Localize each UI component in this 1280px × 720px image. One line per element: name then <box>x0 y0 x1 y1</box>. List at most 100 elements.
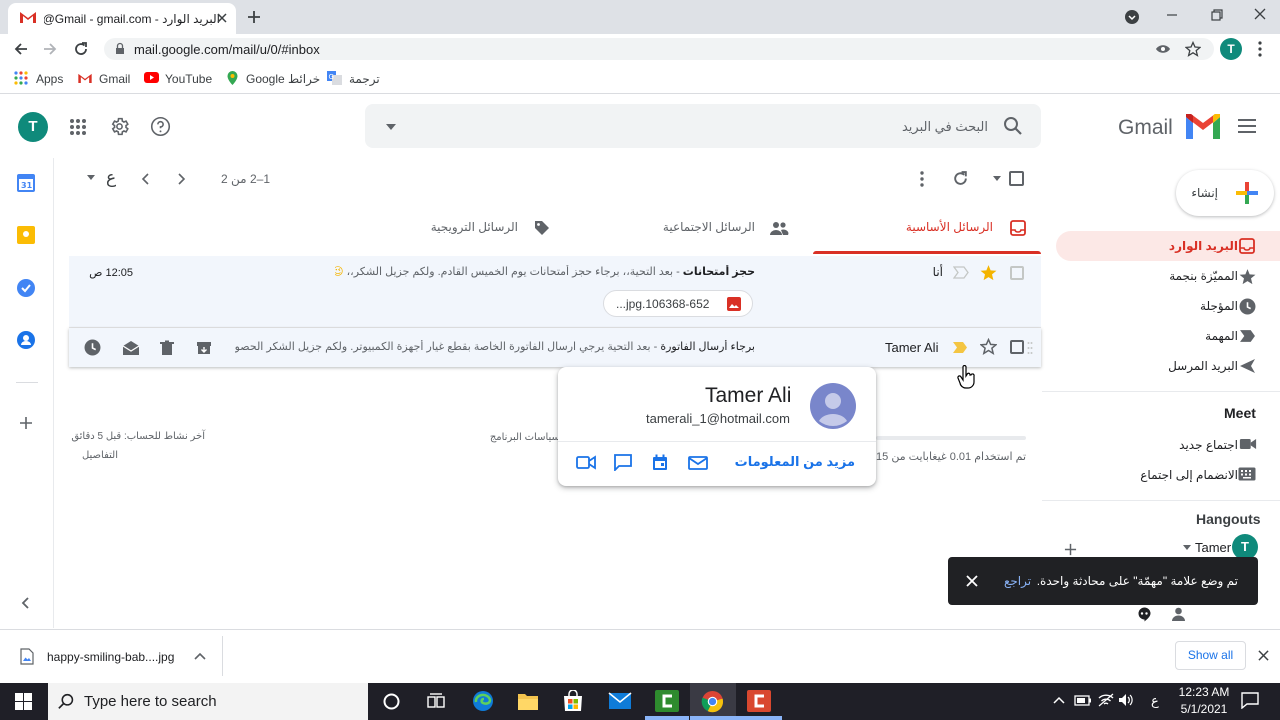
hangouts-user-name[interactable]: Tamer <box>1195 540 1231 555</box>
windows-start-icon[interactable] <box>15 693 32 710</box>
snackbar-undo-button[interactable]: تراجع <box>1004 574 1031 588</box>
tab-promotions[interactable]: الرسائل الترويجية <box>400 204 600 254</box>
tab-search-icon[interactable] <box>1124 9 1140 25</box>
browser-tab-gmail[interactable]: ‏البريد الوارد - Gmail - ‎gmail.com@ <box>8 3 236 34</box>
importance-marker-icon[interactable] <box>952 341 968 354</box>
new-conversation-plus-icon[interactable] <box>1064 543 1077 556</box>
video-call-icon[interactable] <box>576 455 596 470</box>
select-dropdown-icon[interactable] <box>992 175 1002 182</box>
cortana-circle-icon[interactable] <box>383 693 400 710</box>
email-checkbox[interactable] <box>1010 266 1024 280</box>
starred-star-icon[interactable] <box>980 264 997 281</box>
close-downloads-icon[interactable] <box>1258 650 1269 661</box>
search-options-dropdown-icon[interactable] <box>385 123 397 131</box>
keep-icon[interactable] <box>17 226 35 244</box>
hangouts-user-dropdown-icon[interactable] <box>1183 545 1191 550</box>
mail-app-icon[interactable] <box>608 692 632 710</box>
account-avatar[interactable]: T <box>18 112 48 142</box>
gmail-logo-icon[interactable] <box>1186 114 1220 139</box>
tracking-eye-icon[interactable] <box>1155 41 1171 57</box>
hangouts-chat-icon[interactable] <box>1137 607 1152 622</box>
pagination-text[interactable]: 1–2 من 2 <box>212 172 270 186</box>
bookmark-apps[interactable]: Apps <box>36 72 63 86</box>
contacts-icon[interactable] <box>17 331 35 349</box>
bookmark-maps[interactable]: Google خرائط <box>246 72 320 86</box>
more-info-link[interactable]: مزيد من المعلومات <box>735 454 855 470</box>
window-minimize-icon[interactable] <box>1165 8 1179 22</box>
volume-speaker-icon[interactable] <box>1118 693 1134 707</box>
snooze-clock-icon[interactable] <box>84 339 101 356</box>
send-email-icon[interactable] <box>688 456 708 470</box>
schedule-event-icon[interactable] <box>652 454 668 471</box>
help-icon[interactable] <box>150 116 171 137</box>
compose-button[interactable]: إنشاء <box>1176 170 1274 216</box>
tab-close-icon[interactable] <box>216 12 228 24</box>
window-restore-icon[interactable] <box>1210 8 1224 22</box>
drag-handle-icon[interactable] <box>1027 341 1033 355</box>
tab-social[interactable]: الرسائل الاجتماعية <box>600 204 813 254</box>
expand-panel-chevron-icon[interactable] <box>20 596 30 610</box>
bookmark-youtube[interactable]: YouTube <box>165 72 212 86</box>
program-policies-link[interactable]: · سياسات البرنامج <box>466 432 566 443</box>
bookmark-translate[interactable]: ترجمة <box>349 72 380 86</box>
sidebar-item-sent[interactable]: البريد المرسل <box>1168 359 1238 373</box>
attachment-chip[interactable]: 106368-652.jpg... <box>603 290 753 317</box>
reload-icon[interactable] <box>73 41 89 57</box>
search-icon[interactable] <box>1003 116 1023 136</box>
select-all-checkbox[interactable] <box>1009 171 1024 186</box>
camtasia-green-icon[interactable] <box>655 690 679 712</box>
camtasia-red-icon[interactable] <box>747 690 771 712</box>
details-link[interactable]: التفاصيل <box>70 450 118 461</box>
sidebar-item-important[interactable]: المهمة <box>1205 329 1238 343</box>
contacts-person-icon[interactable] <box>1172 607 1185 621</box>
download-filename[interactable]: happy-smiling-bab....jpg <box>47 650 174 664</box>
action-center-notification-icon[interactable] <box>1241 692 1259 709</box>
lock-icon[interactable] <box>115 42 125 55</box>
mark-as-read-icon[interactable] <box>122 340 140 356</box>
tray-overflow-chevron-icon[interactable] <box>1053 696 1065 704</box>
tasks-icon[interactable] <box>17 279 35 297</box>
battery-icon[interactable] <box>1074 694 1092 707</box>
sidebar-item-starred[interactable]: المميّزة بنجمة <box>1169 269 1238 283</box>
input-tools-dropdown-icon[interactable] <box>86 174 96 182</box>
bookmark-star-icon[interactable] <box>1185 41 1201 57</box>
task-view-icon[interactable] <box>427 693 445 710</box>
microsoft-store-icon[interactable] <box>562 690 584 712</box>
edge-browser-icon[interactable] <box>472 690 494 712</box>
settings-gear-icon[interactable] <box>109 116 130 137</box>
main-menu-icon[interactable] <box>1238 119 1256 133</box>
wifi-icon[interactable] <box>1098 693 1114 707</box>
google-apps-grid-icon[interactable] <box>69 118 87 136</box>
add-addon-plus-icon[interactable] <box>19 416 33 430</box>
star-icon[interactable] <box>980 338 997 355</box>
bookmark-gmail[interactable]: Gmail <box>99 72 130 86</box>
snackbar-close-icon[interactable] <box>966 575 978 587</box>
newer-chevron-icon[interactable] <box>140 172 150 186</box>
new-meeting-button[interactable]: اجتماع جديد <box>1179 438 1238 452</box>
email-checkbox[interactable] <box>1010 340 1024 354</box>
contact-avatar-icon[interactable] <box>810 383 856 429</box>
join-meeting-button[interactable]: الانضمام إلى اجتماع <box>1140 468 1238 482</box>
email-row-hovered[interactable]: Tamer Ali برجاء أرسال الفاتورة - بعد الت… <box>69 328 1041 367</box>
older-chevron-icon[interactable] <box>177 172 187 186</box>
input-language-indicator[interactable]: ع <box>1151 693 1159 709</box>
delete-trash-icon[interactable] <box>159 340 175 356</box>
taskbar-clock-date[interactable]: 5/1/2021 <box>1170 702 1238 716</box>
calendar-icon[interactable]: 31 <box>17 174 35 192</box>
show-all-downloads-button[interactable]: Show all <box>1175 641 1246 670</box>
taskbar-clock-time[interactable]: 12:23 AM <box>1170 685 1238 699</box>
browser-menu-icon[interactable] <box>1257 40 1263 58</box>
file-explorer-icon[interactable] <box>517 691 539 711</box>
chrome-browser-icon[interactable] <box>701 690 724 713</box>
profile-avatar[interactable]: T <box>1220 38 1242 60</box>
window-close-icon[interactable] <box>1253 7 1267 21</box>
back-arrow-icon[interactable] <box>13 41 29 57</box>
importance-marker-icon[interactable] <box>953 266 969 279</box>
download-options-chevron-icon[interactable] <box>194 652 206 660</box>
refresh-icon[interactable] <box>952 170 969 187</box>
input-tools-button[interactable]: ع <box>106 168 116 188</box>
forward-arrow-icon[interactable] <box>42 41 58 57</box>
tab-primary[interactable]: الرسائل الأساسية <box>813 204 1041 254</box>
chat-message-icon[interactable] <box>614 454 632 471</box>
archive-icon[interactable] <box>196 340 212 356</box>
